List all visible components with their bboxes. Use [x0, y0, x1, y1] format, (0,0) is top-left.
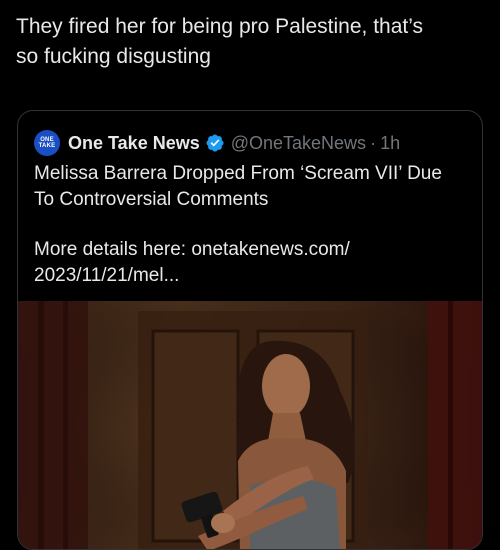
quoted-tweet-text: Melissa Barrera Dropped From ‘Scream VII… — [34, 161, 464, 289]
quoted-text-line[interactable]: 2023/11/21/mel... — [34, 263, 464, 289]
quoted-tweet-card[interactable]: ONE TAKE One Take News @OneTakeNews · 1h… — [17, 110, 483, 550]
quoted-text-line: Melissa Barrera Dropped From ‘Scream VII… — [34, 163, 442, 184]
avatar[interactable]: ONE TAKE — [34, 130, 60, 156]
quoted-tweet-header: ONE TAKE One Take News @OneTakeNews · 1h — [34, 129, 400, 157]
avatar-logo-line-2: TAKE — [38, 143, 56, 149]
timestamp[interactable]: 1h — [380, 133, 400, 154]
verified-badge-icon — [205, 133, 225, 153]
separator: · — [370, 132, 377, 153]
quoted-text-line[interactable]: More details here: onetakenews.com/ — [34, 237, 464, 263]
movie-still-image — [18, 301, 482, 549]
media-image[interactable] — [18, 301, 482, 549]
quoted-text-line: To Controversial Comments — [34, 189, 269, 210]
handle[interactable]: @OneTakeNews — [231, 133, 366, 154]
display-name[interactable]: One Take News — [68, 133, 200, 154]
tweet-text: They fired her for being pro Palestine, … — [16, 15, 424, 68]
